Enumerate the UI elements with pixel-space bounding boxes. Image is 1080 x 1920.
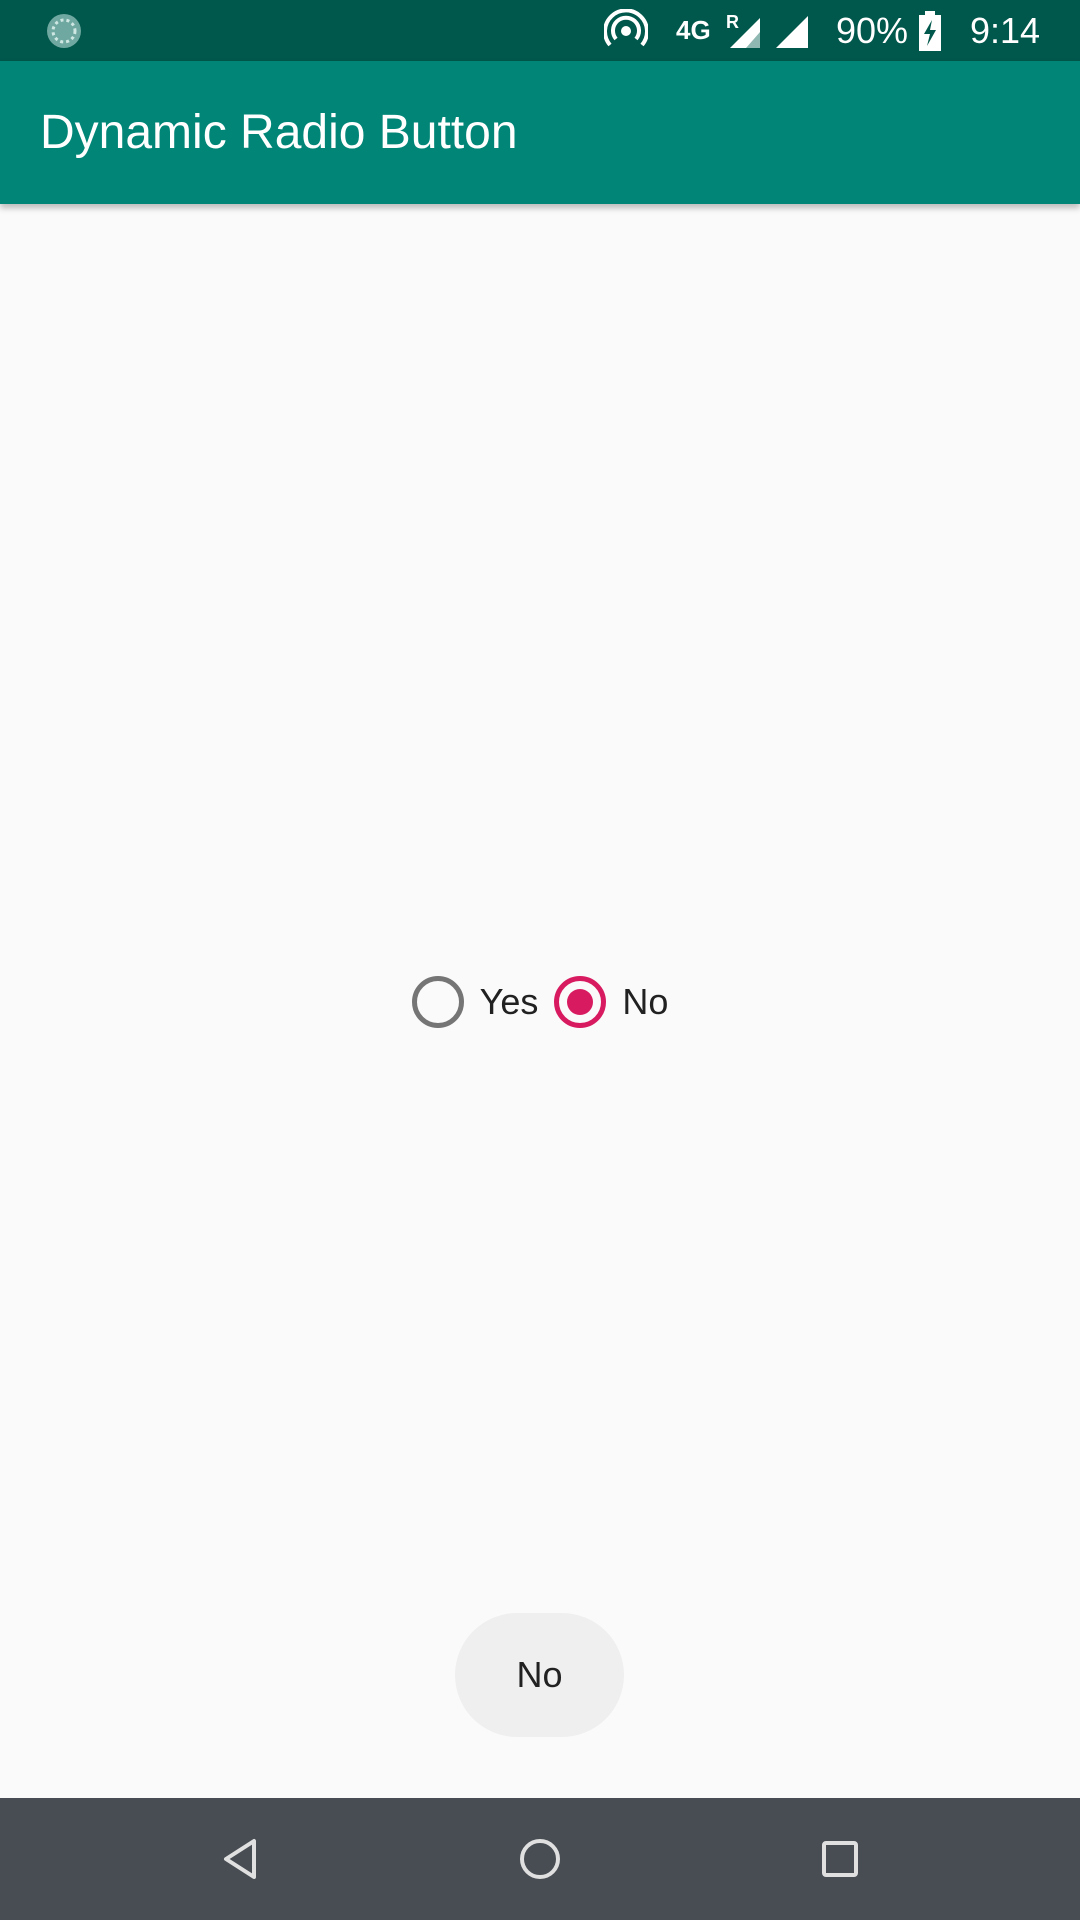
clock: 9:14: [970, 9, 1041, 51]
sync-icon: [44, 0, 84, 61]
home-button[interactable]: [480, 1798, 600, 1920]
recents-icon: [822, 1841, 858, 1877]
app-bar: Dynamic Radio Button: [0, 61, 1080, 204]
home-icon: [520, 1839, 560, 1879]
roaming-signal-icon: R: [726, 0, 760, 61]
roaming-indicator: R: [726, 12, 739, 32]
radio-button-unchecked[interactable]: [411, 976, 464, 1028]
back-button[interactable]: [180, 1798, 300, 1920]
radio-group: Yes No: [0, 970, 1080, 1034]
back-icon: [224, 1839, 256, 1879]
screen: 4G R 90% 9:14 Dynamic Radio Button Yes N…: [0, 0, 1080, 1920]
toast-message: No: [455, 1613, 624, 1737]
radio-option-yes[interactable]: Yes: [411, 976, 539, 1028]
radio-label-yes: Yes: [479, 981, 539, 1022]
hotspot-icon: [604, 0, 648, 61]
battery-charging-icon: [918, 0, 942, 61]
navigation-bar: [0, 1798, 1080, 1920]
network-type-label: 4G: [676, 15, 711, 45]
signal-icon: [774, 0, 808, 61]
radio-label-no: No: [622, 981, 669, 1022]
radio-button-checked[interactable]: [554, 976, 607, 1028]
recents-button[interactable]: [780, 1798, 900, 1920]
battery-percent: 90%: [836, 9, 909, 51]
radio-option-no[interactable]: No: [554, 976, 668, 1028]
status-bar: 4G R 90% 9:14: [0, 0, 1080, 61]
app-title: Dynamic Radio Button: [40, 106, 518, 159]
